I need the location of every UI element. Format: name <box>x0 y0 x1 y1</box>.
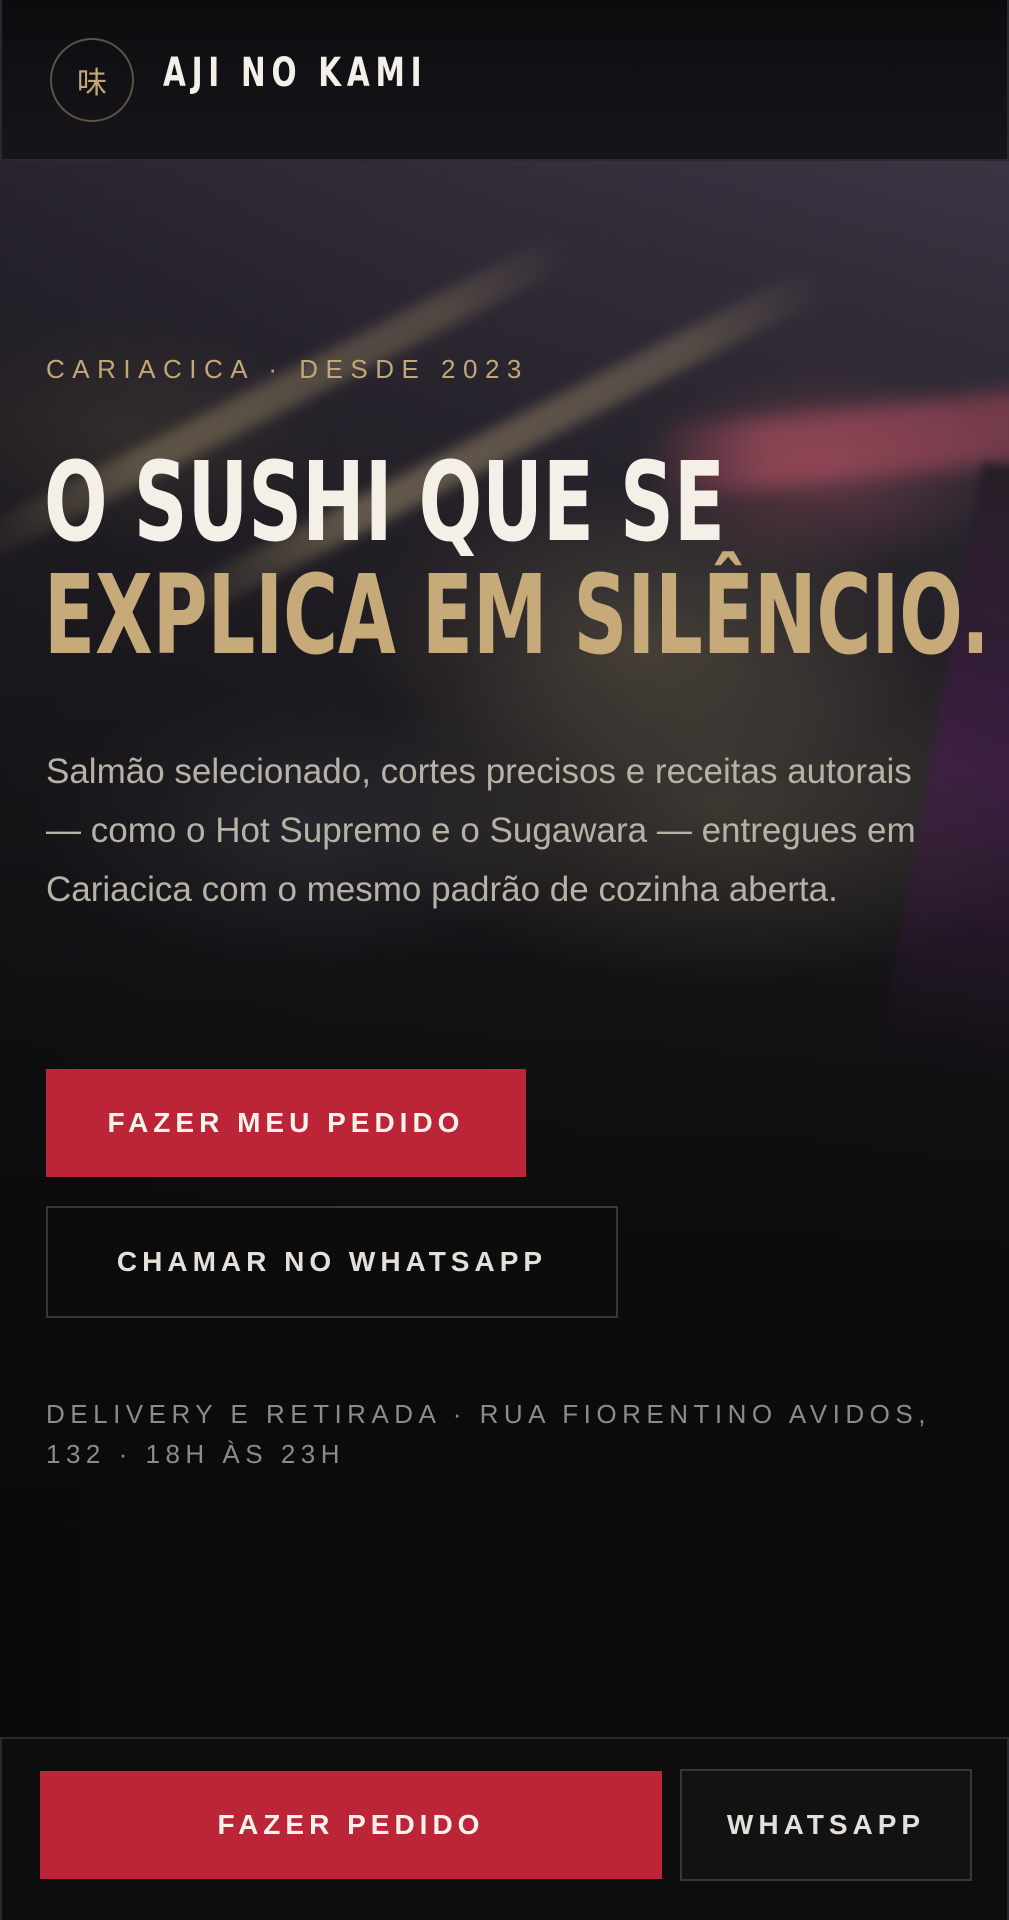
hero-headline: O SUSHI QUE SE EXPLICA EM SILÊNCIO. <box>44 446 990 672</box>
bottom-order-button[interactable]: FAZER PEDIDO <box>40 1771 662 1879</box>
sticky-bottom-bar: FAZER PEDIDO WHATSAPP <box>0 1737 1009 1920</box>
delivery-info: DELIVERY E RETIRADA · RUA FIORENTINO AVI… <box>46 1399 931 1469</box>
whatsapp-contact-button[interactable]: CHAMAR NO WHATSAPP <box>46 1206 618 1318</box>
logo-badge[interactable]: 味 <box>50 38 134 122</box>
hero-background-image <box>0 0 1009 1920</box>
headline-line-1: O SUSHI QUE SE <box>44 438 726 566</box>
hero-eyebrow: CARIACICA · DESDE 2023 <box>46 354 529 384</box>
bottom-whatsapp-button[interactable]: WHATSAPP <box>680 1769 972 1881</box>
logo-glyph: 味 <box>77 66 107 101</box>
site-header: 味 AJI NO KAMI <box>0 0 1009 161</box>
order-now-button[interactable]: FAZER MEU PEDIDO <box>46 1069 526 1177</box>
headline-line-2: EXPLICA EM SILÊNCIO. <box>44 551 990 679</box>
hero-overlay <box>0 0 1009 1920</box>
hero-description: Salmão selecionado, cortes precisos e re… <box>46 752 916 909</box>
brand-name[interactable]: AJI NO KAMI <box>163 50 427 96</box>
